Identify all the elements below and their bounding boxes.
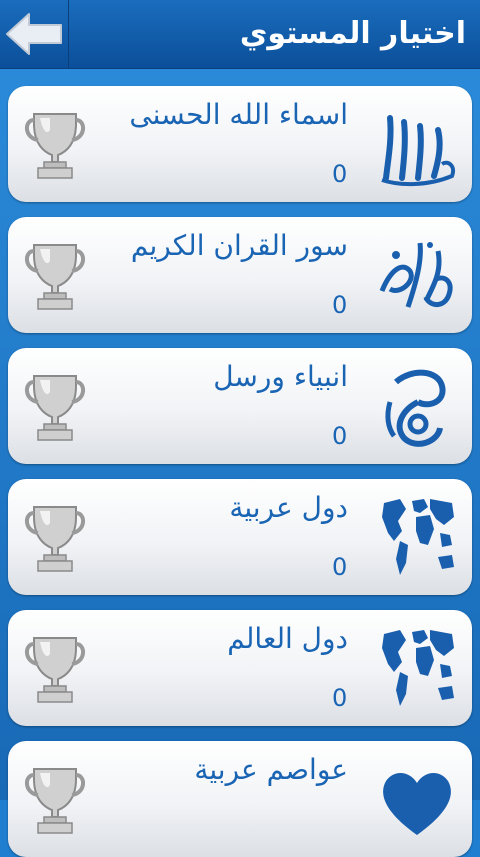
level-name: انبياء ورسل — [213, 360, 348, 393]
world-map-icon — [376, 493, 458, 581]
level-score: 0 — [332, 553, 348, 581]
level-name: سور القران الكريم — [130, 229, 348, 262]
level-card-world-countries[interactable]: دول العالم 0 — [8, 610, 472, 726]
level-name: دول عربية — [229, 491, 348, 524]
page-title: اختيار المستوي — [239, 16, 466, 51]
level-list: اسماء الله الحسنى 0 سور القران الكريم 0 … — [0, 69, 480, 857]
back-button[interactable] — [0, 0, 69, 68]
trophy-icon — [22, 503, 88, 573]
world-map-icon — [376, 624, 458, 712]
trophy-icon — [22, 110, 88, 180]
level-card-asma-allah[interactable]: اسماء الله الحسنى 0 — [8, 86, 472, 202]
level-score: 0 — [332, 291, 348, 319]
muhammad-calligraphy-icon — [385, 369, 446, 447]
top-bar: اختيار المستوي — [0, 0, 480, 69]
level-name: عواصم عربية — [194, 753, 348, 786]
level-name: دول العالم — [227, 622, 348, 655]
trophy-icon — [22, 765, 88, 835]
heart-icon — [376, 755, 458, 843]
level-card-prophets[interactable]: انبياء ورسل 0 — [8, 348, 472, 464]
level-card-arab-capitals[interactable]: عواصم عربية — [8, 741, 472, 857]
trophy-icon — [22, 372, 88, 442]
quran-calligraphy-icon — [379, 242, 453, 308]
level-score: 0 — [332, 160, 348, 188]
level-score: 0 — [332, 422, 348, 450]
trophy-icon — [22, 241, 88, 311]
trophy-icon — [22, 634, 88, 704]
level-card-quran-surahs[interactable]: سور القران الكريم 0 — [8, 217, 472, 333]
back-arrow-icon — [6, 13, 62, 55]
allah-calligraphy-icon — [381, 115, 455, 187]
level-score: 0 — [332, 684, 348, 712]
level-card-arab-countries[interactable]: دول عربية 0 — [8, 479, 472, 595]
level-name: اسماء الله الحسنى — [129, 98, 348, 131]
